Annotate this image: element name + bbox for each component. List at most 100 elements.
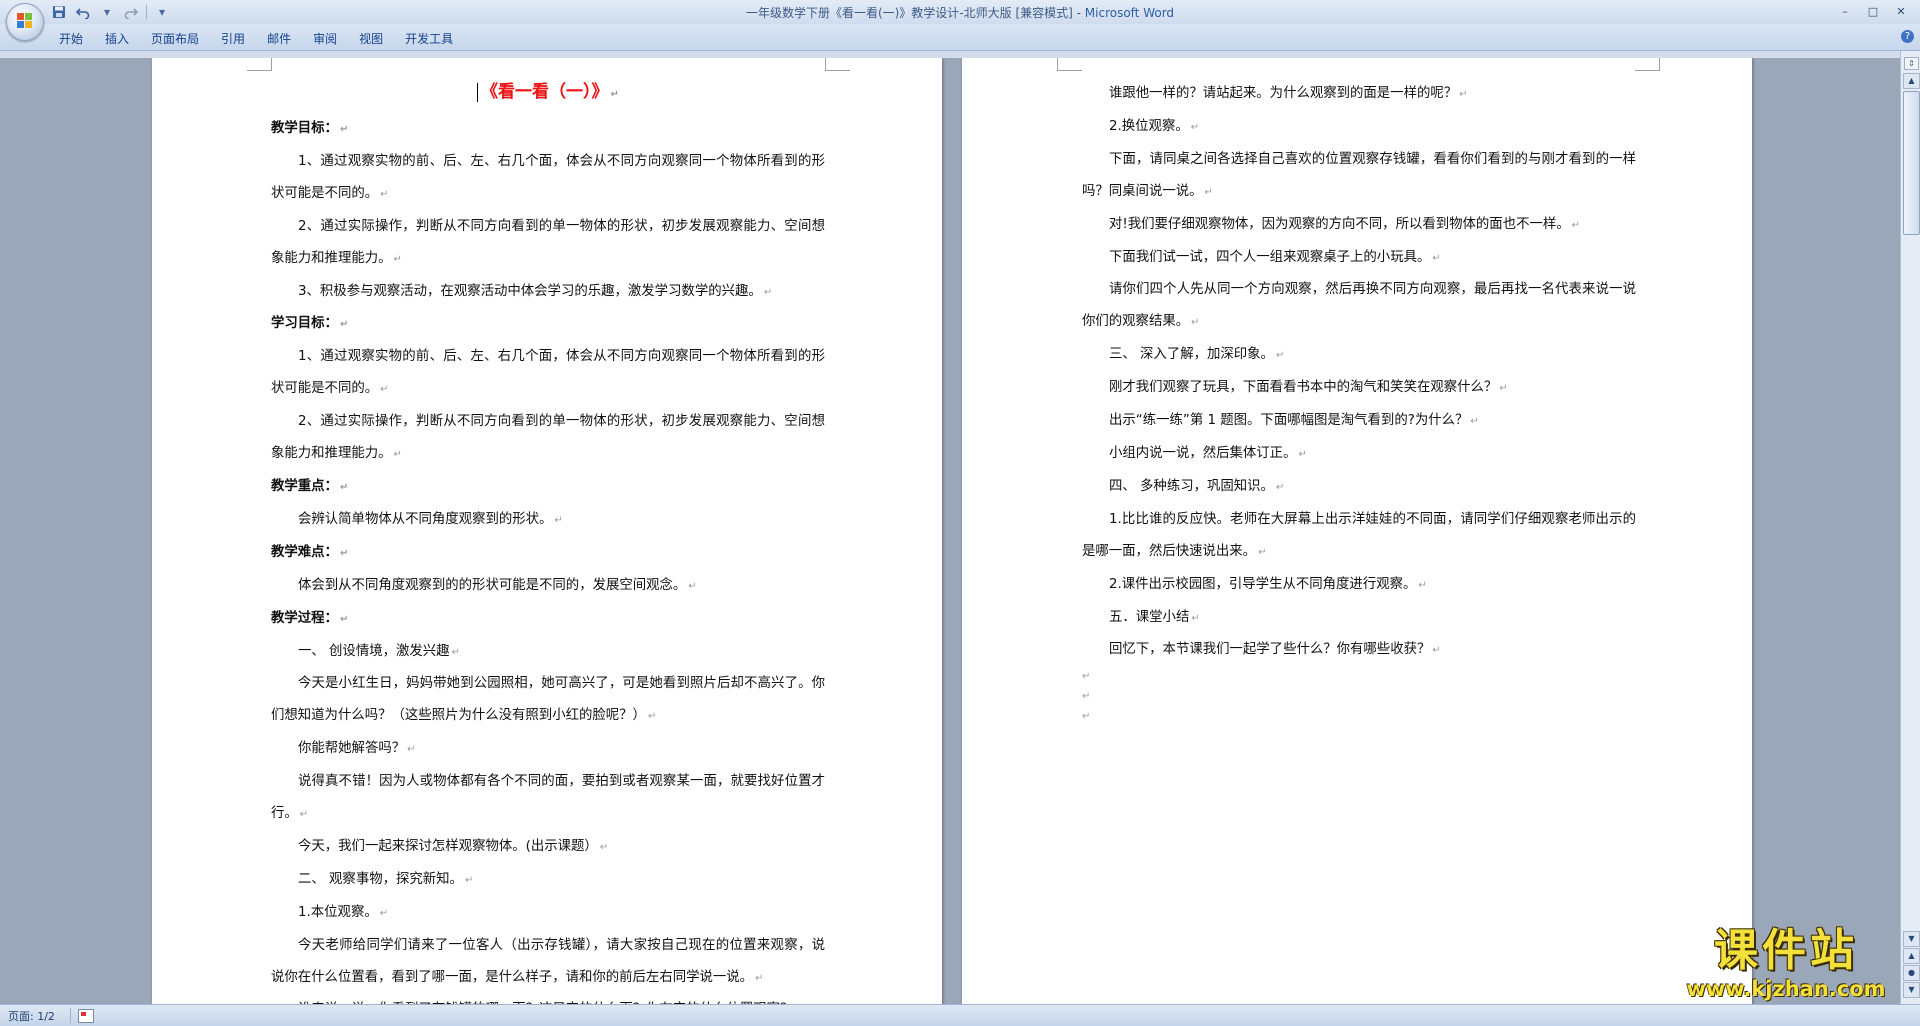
scroll-thumb[interactable] (1903, 91, 1920, 235)
paragraph[interactable]: 二、 观察事物，探究新知。 ↵ (271, 864, 825, 897)
app-name: Microsoft Word (1084, 6, 1175, 20)
paragraph-mark: ↵ (299, 809, 309, 821)
page-1[interactable]: 《看一看（一）》 ↵ 教学目标： ↵ 1、通过观察实物的前、后、左、右几个面，体会从不… (152, 58, 942, 1004)
paragraph-mark: ↵ (339, 481, 349, 493)
paragraph-mark: ↵ (1459, 89, 1468, 100)
document-title: 一年级数学下册《看一看(一)》教学设计-北师大版 [兼容模式] - (745, 6, 1085, 20)
paragraph[interactable]: 下面我们试一试，四个人一组来观察桌子上的小玩具。 ↵ (1082, 242, 1636, 275)
crop-mark (1057, 58, 1082, 71)
paragraph[interactable]: 回忆下，本节课我们一起学了些什么？你有哪些收获？ ↵ (1082, 634, 1636, 667)
empty-paragraph[interactable]: ↵ (1082, 687, 1636, 707)
paragraph[interactable]: 1.比比谁的反应快。老师在大屏幕上出示洋娃娃的不同面，请同学们仔细观察老师出示的… (1082, 504, 1636, 569)
crop-mark (1635, 58, 1660, 71)
paragraph[interactable]: 请你们四个人先从同一个方向观察，然后再换不同方向观察，最后再找一名代表来说一说你… (1082, 274, 1636, 339)
paragraph-mark: ↵ (1204, 186, 1213, 198)
paragraph[interactable]: 三、 深入了解，加深印象。 ↵ (1082, 339, 1636, 372)
section-heading[interactable]: 学习目标： ↵ (271, 308, 825, 341)
office-button[interactable] (6, 3, 44, 41)
paragraph[interactable]: 今天老师给同学们请来了一位客人（出示存钱罐），请大家按自己现在的位置来观察，说说… (271, 930, 825, 995)
document-heading[interactable]: 《看一看（一）》 ↵ (271, 74, 825, 113)
paragraph[interactable]: 谁来说一说：你看到了存钱罐的哪一面？这是它的什么面？你在它的什么位置观察？↵ (271, 994, 825, 1004)
paragraph-mark: ↵ (1418, 579, 1427, 591)
scroll-down-arrow[interactable]: ▼ (1903, 931, 1920, 947)
paragraph[interactable]: 1、通过观察实物的前、后、左、右几个面，体会从不同方向观察同一个物体所看到的形状… (271, 146, 825, 211)
paragraph[interactable]: 五．课堂小结 ↵ (1082, 602, 1636, 635)
paragraph[interactable]: 1.本位观察。 ↵ (271, 897, 825, 930)
paragraph[interactable]: 会辨认简单物体从不同角度观察到的形状。 ↵ (271, 504, 825, 537)
browse-object-button[interactable]: ● (1903, 965, 1920, 981)
paragraph[interactable]: 你能帮她解答吗？ ↵ (271, 733, 825, 766)
paragraph-mark: ↵ (1191, 317, 1200, 329)
paragraph-mark: ↵ (339, 319, 349, 331)
paragraph[interactable]: 1、通过观察实物的前、后、左、右几个面，体会从不同方向观察同一个物体所看到的形状… (271, 341, 825, 406)
view-ruler-icon[interactable]: ⇕ (1904, 57, 1919, 70)
next-page-button[interactable]: ▼ (1903, 982, 1920, 998)
paragraph-mark: ↵ (1275, 481, 1285, 493)
page-1-body[interactable]: 《看一看（一）》 ↵ 教学目标： ↵ 1、通过观察实物的前、后、左、右几个面，体会从不… (271, 74, 825, 1004)
office-logo-icon (17, 13, 33, 29)
tab-insert[interactable]: 插入 (94, 28, 140, 49)
previous-page-button[interactable]: ▲ (1903, 948, 1920, 964)
paragraph[interactable]: 2.换位观察。 ↵ (1082, 111, 1636, 144)
empty-paragraph[interactable]: ↵ (1082, 707, 1636, 727)
empty-paragraph[interactable]: ↵ (1082, 667, 1636, 687)
tab-review[interactable]: 审阅 (302, 28, 348, 49)
paragraph[interactable]: 2、通过实际操作，判断从不同方向看到的单一物体的形状，初步发展观察能力、空间想象… (271, 406, 825, 471)
paragraph-mark: ↵ (1470, 416, 1479, 428)
maximize-button[interactable]: □ (1860, 2, 1886, 20)
macro-record-icon[interactable] (78, 1009, 94, 1023)
paragraph[interactable]: 小组内说一说，然后集体订正。 ↵ (1082, 438, 1636, 471)
watermark-text: 课件站 (1714, 925, 1858, 976)
paragraph[interactable]: 四、 多种练习，巩固知识。 ↵ (1082, 471, 1636, 504)
paragraph[interactable]: 出示“练一练”第 1 题图。下面哪幅图是淘气看到的?为什么？ ↵ (1082, 405, 1636, 438)
paragraph[interactable]: 今天，我们一起来探讨怎样观察物体。(出示课题） ↵ (271, 831, 825, 864)
crop-mark (825, 58, 850, 71)
section-heading[interactable]: 教学目标： ↵ (271, 113, 825, 146)
close-button[interactable]: ✕ (1888, 2, 1914, 20)
paragraph[interactable]: 谁跟他一样的？请站起来。为什么观察到的面是一样的呢？ ↵ (1082, 78, 1636, 111)
section-heading[interactable]: 教学重点： ↵ (271, 471, 825, 504)
paragraph[interactable]: 2、通过实际操作，判断从不同方向看到的单一物体的形状，初步发展观察能力、空间想象… (271, 211, 825, 276)
scroll-up-arrow[interactable]: ▲ (1903, 73, 1920, 89)
paragraph-mark: ↵ (1432, 252, 1441, 264)
paragraph[interactable]: 刚才我们观察了玩具，下面看看书本中的淘气和笑笑在观察什么？ ↵ (1082, 372, 1636, 405)
tab-developer[interactable]: 开发工具 (394, 28, 464, 49)
paragraph[interactable]: 下面，请同桌之间各选择自己喜欢的位置观察存钱罐，看看你们看到的与刚才看到的一样吗… (1082, 144, 1636, 209)
paragraph[interactable]: 体会到从不同角度观察到的的形状可能是不同的，发展空间观念。 ↵ (271, 570, 825, 603)
tab-home[interactable]: 开始 (48, 28, 94, 49)
tab-page-layout[interactable]: 页面布局 (140, 28, 210, 49)
paragraph-mark: ↵ (464, 874, 474, 886)
paragraph[interactable]: 一、 创设情境，激发兴趣 ↵ (271, 636, 825, 669)
paragraph-mark: ↵ (1298, 448, 1307, 460)
paragraph[interactable]: 2.课件出示校园图，引导学生从不同角度进行观察。 ↵ (1082, 569, 1636, 602)
paragraph[interactable]: 说得真不错！因为人或物体都有各个不同的面，要拍到或者观察某一面，就要找好位置才行… (271, 766, 825, 831)
section-heading[interactable]: 教学难点： ↵ (271, 537, 825, 570)
page-2[interactable]: 谁跟他一样的？请站起来。为什么观察到的面是一样的呢？ ↵ 2.换位观察。 ↵ 下面，请同… (962, 58, 1752, 1004)
paragraph-mark: ↵ (1275, 350, 1285, 362)
paragraph-mark: ↵ (755, 972, 764, 984)
paragraph-mark: ↵ (451, 646, 460, 658)
paragraph-mark: ↵ (599, 841, 609, 853)
tab-references[interactable]: 引用 (210, 28, 256, 49)
ribbon-tabs: 开始 插入 页面布局 引用 邮件 审阅 视图 开发工具 (48, 28, 464, 49)
document-area[interactable]: 《看一看（一）》 ↵ 教学目标： ↵ 1、通过观察实物的前、后、左、右几个面，体会从不… (0, 58, 1900, 1004)
paragraph-mark: ↵ (554, 514, 563, 526)
tab-mailings[interactable]: 邮件 (256, 28, 302, 49)
help-icon[interactable]: ? (1901, 30, 1914, 43)
page-count[interactable]: 页面: 1/2 (8, 1008, 55, 1024)
paragraph-mark: ↵ (1190, 121, 1200, 133)
paragraph[interactable]: 3、积极参与观察活动，在观察活动中体会学习的乐趣，激发学习数学的兴趣。 ↵ (271, 276, 825, 309)
window-title: 一年级数学下册《看一看(一)》教学设计-北师大版 [兼容模式] - Micros… (0, 4, 1920, 21)
page-2-body[interactable]: 谁跟他一样的？请站起来。为什么观察到的面是一样的呢？ ↵ 2.换位观察。 ↵ 下面，请同… (1082, 78, 1636, 727)
paragraph[interactable]: 对!我们要仔细观察物体，因为观察的方向不同，所以看到物体的面也不一样。 ↵ (1082, 209, 1636, 242)
title-bar: ▾ ▾ 一年级数学下册《看一看(一)》教学设计-北师大版 [兼容模式] - Mi… (0, 0, 1920, 24)
paragraph[interactable]: 今天是小红生日，妈妈带她到公园照相，她可高兴了，可是她看到照片后却不高兴了。你们… (271, 668, 825, 733)
status-bar: 页面: 1/2 (0, 1004, 1920, 1026)
paragraph-mark: ↵ (688, 580, 697, 592)
paragraph-mark: ↵ (407, 744, 416, 756)
tab-view[interactable]: 视图 (348, 28, 394, 49)
crop-mark (247, 58, 272, 71)
vertical-scrollbar[interactable]: ⇕ ▲ ▼ ▲ ● ▼ (1900, 51, 1920, 1004)
minimize-button[interactable]: – (1832, 2, 1858, 20)
section-heading[interactable]: 教学过程： ↵ (271, 603, 825, 636)
